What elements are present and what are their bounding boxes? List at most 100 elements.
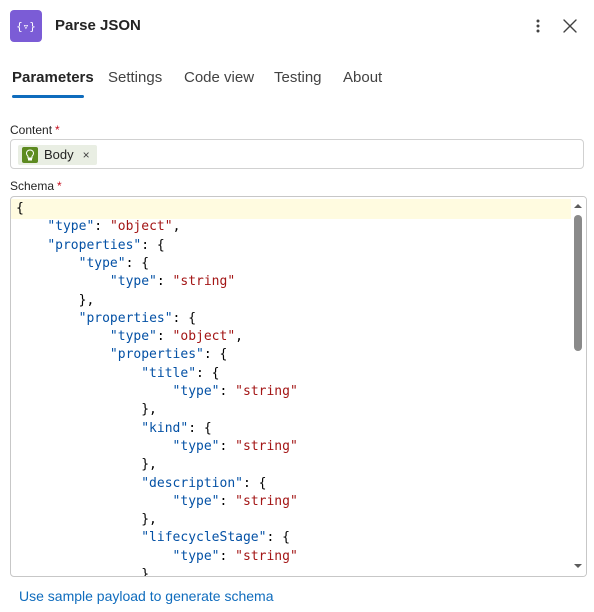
code-line: "properties": { <box>16 310 196 328</box>
code-line: { <box>16 200 24 218</box>
more-vertical-icon <box>536 19 540 33</box>
current-line-highlight <box>11 199 571 219</box>
tab-settings[interactable]: Settings <box>108 68 162 88</box>
active-tab-indicator <box>12 95 84 98</box>
scroll-down-icon[interactable] <box>573 561 583 571</box>
json-punctuation: , <box>172 219 181 235</box>
json-key: "description" <box>141 475 243 491</box>
json-punctuation: : <box>219 493 236 509</box>
json-key: "type" <box>172 493 220 509</box>
parse-json-panel: {▿} Parse JSON Parameters Settings Code … <box>0 0 594 612</box>
json-string-value: "string" <box>172 274 236 290</box>
json-punctuation: { <box>16 201 24 216</box>
code-line: }, <box>16 456 157 474</box>
json-punctuation: : <box>219 438 236 454</box>
schema-editor[interactable]: { "type": "object", "properties": { "typ… <box>10 196 587 577</box>
scrollbar-thumb[interactable] <box>574 215 582 351</box>
code-line: }, <box>16 401 157 419</box>
json-key: "type" <box>172 438 220 454</box>
json-punctuation: : <box>156 274 173 290</box>
more-options-button[interactable] <box>526 14 550 38</box>
tab-parameters[interactable]: Parameters <box>12 68 94 88</box>
tab-testing[interactable]: Testing <box>274 68 322 88</box>
json-punctuation: : { <box>188 420 212 436</box>
content-input[interactable]: Body × <box>10 139 584 169</box>
json-string-value: "string" <box>235 493 298 509</box>
tab-about[interactable]: About <box>343 68 382 88</box>
json-punctuation: } <box>141 567 150 576</box>
json-punctuation: : { <box>172 310 197 326</box>
json-key: "type" <box>172 548 220 564</box>
tab-code-view[interactable]: Code view <box>184 68 254 88</box>
json-key: "type" <box>47 219 95 235</box>
content-label-text: Content <box>10 123 53 137</box>
code-line: "kind": { <box>16 420 212 438</box>
trigger-icon <box>22 147 38 163</box>
schema-label-text: Schema <box>10 179 55 193</box>
json-string-value: "string" <box>235 438 298 454</box>
json-string-value: "object" <box>172 329 236 345</box>
json-punctuation: }, <box>78 292 95 308</box>
code-line: }, <box>16 292 95 310</box>
json-string-value: "string" <box>235 548 298 564</box>
vertical-scrollbar[interactable] <box>571 197 586 576</box>
code-line: "type": "string" <box>16 548 298 566</box>
json-punctuation: : <box>219 384 236 399</box>
json-punctuation: , <box>235 329 243 345</box>
json-key: "kind" <box>141 420 189 436</box>
code-line: "lifecycleStage": { <box>16 529 290 547</box>
json-punctuation: }, <box>141 457 157 473</box>
code-line: "properties": { <box>16 237 165 255</box>
json-punctuation: : { <box>196 365 220 381</box>
code-line: "type": "string" <box>16 438 298 456</box>
panel-header: {▿} Parse JSON <box>0 0 594 52</box>
panel-title: Parse JSON <box>55 17 141 34</box>
code-line: }, <box>16 511 157 529</box>
data-operation-icon: {▿} <box>10 10 42 42</box>
json-key: "properties" <box>78 310 173 326</box>
code-line: "type": "string" <box>16 493 298 511</box>
close-icon <box>563 19 577 33</box>
json-punctuation: : <box>156 329 173 345</box>
code-line: "title": { <box>16 365 220 383</box>
json-key: "type" <box>172 384 220 399</box>
json-punctuation: : { <box>203 347 228 363</box>
json-punctuation: : <box>94 219 110 235</box>
tab-list: Parameters Settings Code view Testing Ab… <box>0 62 594 100</box>
code-line: "type": "string" <box>16 383 298 401</box>
json-key: "lifecycleStage" <box>141 530 267 546</box>
code-line: } <box>16 566 149 576</box>
code-line: "type": "object", <box>16 218 180 236</box>
token-label: Body <box>44 147 74 162</box>
json-punctuation: : <box>219 548 236 564</box>
schema-label: Schema * <box>10 178 62 194</box>
json-punctuation: }, <box>141 402 157 418</box>
json-string-value: "string" <box>235 384 298 399</box>
scroll-up-icon[interactable] <box>573 201 583 211</box>
json-punctuation: }, <box>141 512 157 528</box>
required-marker: * <box>55 123 60 137</box>
json-key: "title" <box>141 365 197 381</box>
svg-text:{▿}: {▿} <box>16 20 36 33</box>
remove-token-button[interactable]: × <box>83 146 90 164</box>
json-key: "properties" <box>47 237 142 253</box>
code-line: "properties": { <box>16 346 227 364</box>
close-button[interactable] <box>558 14 582 38</box>
code-line: "description": { <box>16 475 266 493</box>
json-key: "type" <box>109 329 157 345</box>
body-token[interactable]: Body × <box>18 145 97 165</box>
json-key: "properties" <box>109 347 204 363</box>
code-line: "type": { <box>16 255 149 273</box>
json-punctuation: : { <box>141 237 165 253</box>
content-label: Content * <box>10 122 60 138</box>
json-key: "type" <box>78 255 126 271</box>
code-line: "type": "string" <box>16 273 235 291</box>
json-punctuation: : { <box>266 530 290 546</box>
generate-schema-link[interactable]: Use sample payload to generate schema <box>19 587 273 605</box>
code-area[interactable]: { "type": "object", "properties": { "typ… <box>11 197 571 576</box>
required-marker: * <box>57 179 62 193</box>
code-line: "type": "object", <box>16 328 243 346</box>
json-string-value: "object" <box>109 219 173 235</box>
json-key: "type" <box>109 274 157 290</box>
json-punctuation: : { <box>125 255 150 271</box>
